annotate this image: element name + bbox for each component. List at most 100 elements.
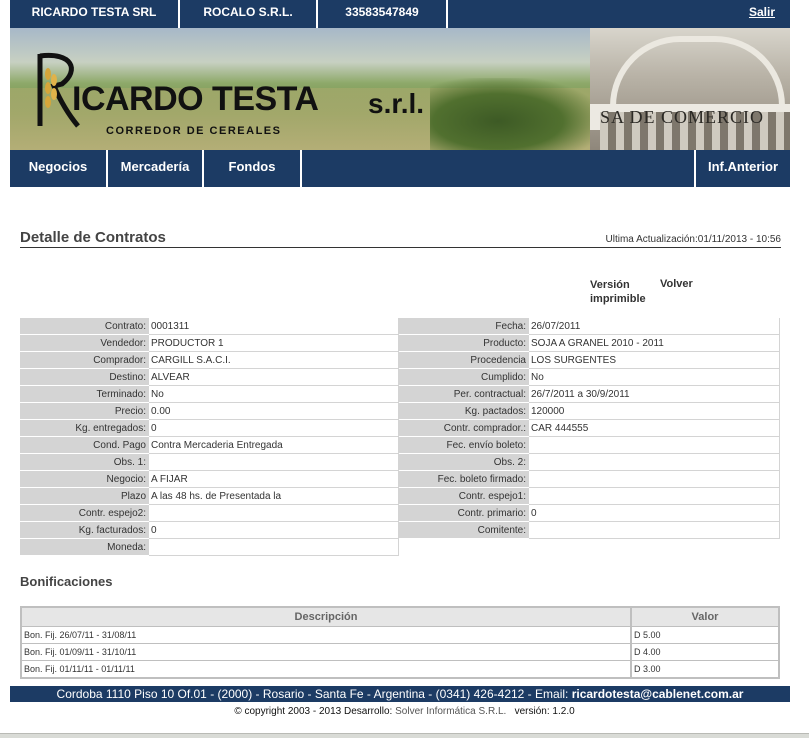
footer-address: Cordoba 1110 Piso 10 Of.01 - (2000) - Ro…	[56, 687, 572, 701]
detail-row: Vendedor: PRODUCTOR 1	[20, 335, 399, 352]
detail-value: PRODUCTOR 1	[149, 335, 399, 352]
header-descripcion: Descripción	[22, 608, 632, 626]
detail-label: Kg. pactados:	[399, 403, 529, 420]
detail-value: 0	[149, 522, 399, 539]
logo-subtitle: CORREDOR DE CEREALES	[106, 125, 282, 137]
copyright: © copyright 2003 - 2013 Desarrollo: Solv…	[0, 706, 809, 717]
details-left-column: Contrato: 0001311 Vendedor: PRODUCTOR 1 Comp…	[20, 318, 399, 556]
detail-row: Obs. 2:	[399, 454, 780, 471]
row-valor: D 3.00	[634, 664, 661, 674]
printable-version-link[interactable]: Versión imprimible	[590, 278, 656, 306]
page-title: Detalle de Contratos	[20, 229, 166, 246]
bonificaciones-title: Bonificaciones	[20, 574, 113, 589]
row-descripcion: Bon. Fij. 01/09/11 - 31/10/11	[22, 644, 632, 660]
detail-value	[149, 454, 399, 471]
detail-label: Comitente:	[399, 522, 529, 539]
detail-row: Contr. espejo1:	[399, 488, 780, 505]
detail-row: Contr. primario: 0	[399, 505, 780, 522]
nav-fondos[interactable]: Fondos	[204, 150, 300, 187]
detail-row: Kg. facturados: 0	[20, 522, 399, 539]
detail-value	[149, 505, 399, 522]
detail-label: Producto:	[399, 335, 529, 352]
header-banner: SA DE COMERCIO ICARDO TESTA s.r.l. CORRE…	[10, 28, 790, 150]
row-valor: D 4.00	[634, 647, 661, 657]
nav-mercaderia[interactable]: Mercadería	[108, 150, 202, 187]
detail-row: Negocio: A FIJAR	[20, 471, 399, 488]
row-descripcion: Bon. Fij. 01/11/11 - 01/11/11	[22, 661, 632, 677]
building-inscription: SA DE COMERCIO	[600, 107, 765, 127]
version-text: versión: 1.2.0	[514, 706, 575, 717]
detail-value: Contra Mercaderia Entregada	[149, 437, 399, 454]
detail-row: Fec. envío boleto:	[399, 437, 780, 454]
detail-row: Contrato: 0001311	[20, 318, 399, 335]
detail-value: No	[529, 369, 780, 386]
detail-row: Terminado: No	[20, 386, 399, 403]
detail-label: Kg. entregados:	[20, 420, 149, 437]
logo-srl: s.r.l.	[368, 88, 425, 119]
detail-value	[529, 471, 780, 488]
detail-label: Kg. facturados:	[20, 522, 149, 539]
table-row: Bon. Fij. 01/09/11 - 31/10/11 D 4.00	[22, 643, 778, 660]
detail-label: Vendedor:	[20, 335, 149, 352]
copyright-text: © copyright 2003 - 2013 Desarrollo:	[234, 706, 396, 717]
detail-label: Contr. espejo1:	[399, 488, 529, 505]
logout-link[interactable]: Salir	[749, 0, 775, 24]
detail-value: 0	[149, 420, 399, 437]
detail-row: Destino: ALVEAR	[20, 369, 399, 386]
detail-row: Contr. espejo2:	[20, 505, 399, 522]
detail-label: Destino:	[20, 369, 149, 386]
detail-row: Kg. entregados: 0	[20, 420, 399, 437]
footer-contact: Cordoba 1110 Piso 10 Of.01 - (2000) - Ro…	[10, 686, 790, 702]
row-descripcion: Bon. Fij. 26/07/11 - 31/08/11	[22, 627, 632, 643]
table-header: Descripción Valor	[22, 608, 778, 626]
detail-value: LOS SURGENTES	[529, 352, 780, 369]
detail-value: 0001311	[149, 318, 399, 335]
detail-label: Negocio:	[20, 471, 149, 488]
header-valor: Valor	[691, 611, 719, 623]
detail-value: No	[149, 386, 399, 403]
detail-value	[529, 454, 780, 471]
detail-label: Fec. boleto firmado:	[399, 471, 529, 488]
detail-value	[529, 437, 780, 454]
detail-value: CARGILL S.A.C.I.	[149, 352, 399, 369]
detail-label: Obs. 2:	[399, 454, 529, 471]
horizontal-scrollbar[interactable]	[0, 733, 809, 738]
footer-email[interactable]: ricardotesta@cablenet.com.ar	[572, 687, 744, 701]
detail-label: Plazo	[20, 488, 149, 505]
detail-label: Procedencia	[399, 352, 529, 369]
detail-label: Contr. primario:	[399, 505, 529, 522]
detail-row: Contr. comprador.: CAR 444555	[399, 420, 780, 437]
client-name: ROCALO S.R.L.	[180, 0, 318, 28]
detail-value: 120000	[529, 403, 780, 420]
nav-negocios[interactable]: Negocios	[10, 150, 106, 187]
detail-value: A las 48 hs. de Presentada la	[149, 488, 399, 505]
detail-row: Fecha: 26/07/2011	[399, 318, 780, 335]
detail-value: SOJA A GRANEL 2010 - 2011	[529, 335, 780, 352]
detail-row: Cond. Pago Contra Mercaderia Entregada	[20, 437, 399, 454]
detail-label: Cond. Pago	[20, 437, 149, 454]
detail-label: Per. contractual:	[399, 386, 529, 403]
detail-row: Procedencia LOS SURGENTES	[399, 352, 780, 369]
detail-value	[529, 488, 780, 505]
detail-label: Contrato:	[20, 318, 149, 335]
top-bar: RICARDO TESTA SRL ROCALO S.R.L. 33583547…	[10, 0, 790, 28]
row-valor: D 5.00	[634, 630, 661, 640]
details-right-column: Fecha: 26/07/2011 Producto: SOJA A GRANEL 2…	[399, 318, 780, 539]
detail-label: Fec. envío boleto:	[399, 437, 529, 454]
banner-building-image	[590, 28, 790, 150]
detail-row: Fec. boleto firmado:	[399, 471, 780, 488]
detail-label: Contr. espejo2:	[20, 505, 149, 522]
detail-row: Plazo A las 48 hs. de Presentada la	[20, 488, 399, 505]
detail-label: Cumplido:	[399, 369, 529, 386]
bonificaciones-table: Descripción Valor Bon. Fij. 26/07/11 - 3…	[20, 606, 780, 679]
detail-label: Moneda:	[20, 539, 149, 556]
nav-inf-anterior[interactable]: Inf.Anterior	[696, 150, 790, 187]
detail-row: Producto: SOJA A GRANEL 2010 - 2011	[399, 335, 780, 352]
banner-trees-image	[430, 78, 600, 150]
back-link[interactable]: Volver	[660, 278, 693, 290]
detail-label: Comprador:	[20, 352, 149, 369]
logo-name: ICARDO TESTA	[72, 80, 319, 118]
detail-label: Terminado:	[20, 386, 149, 403]
detail-value: A FIJAR	[149, 471, 399, 488]
developer-name: Solver Informática S.R.L.	[395, 706, 507, 717]
